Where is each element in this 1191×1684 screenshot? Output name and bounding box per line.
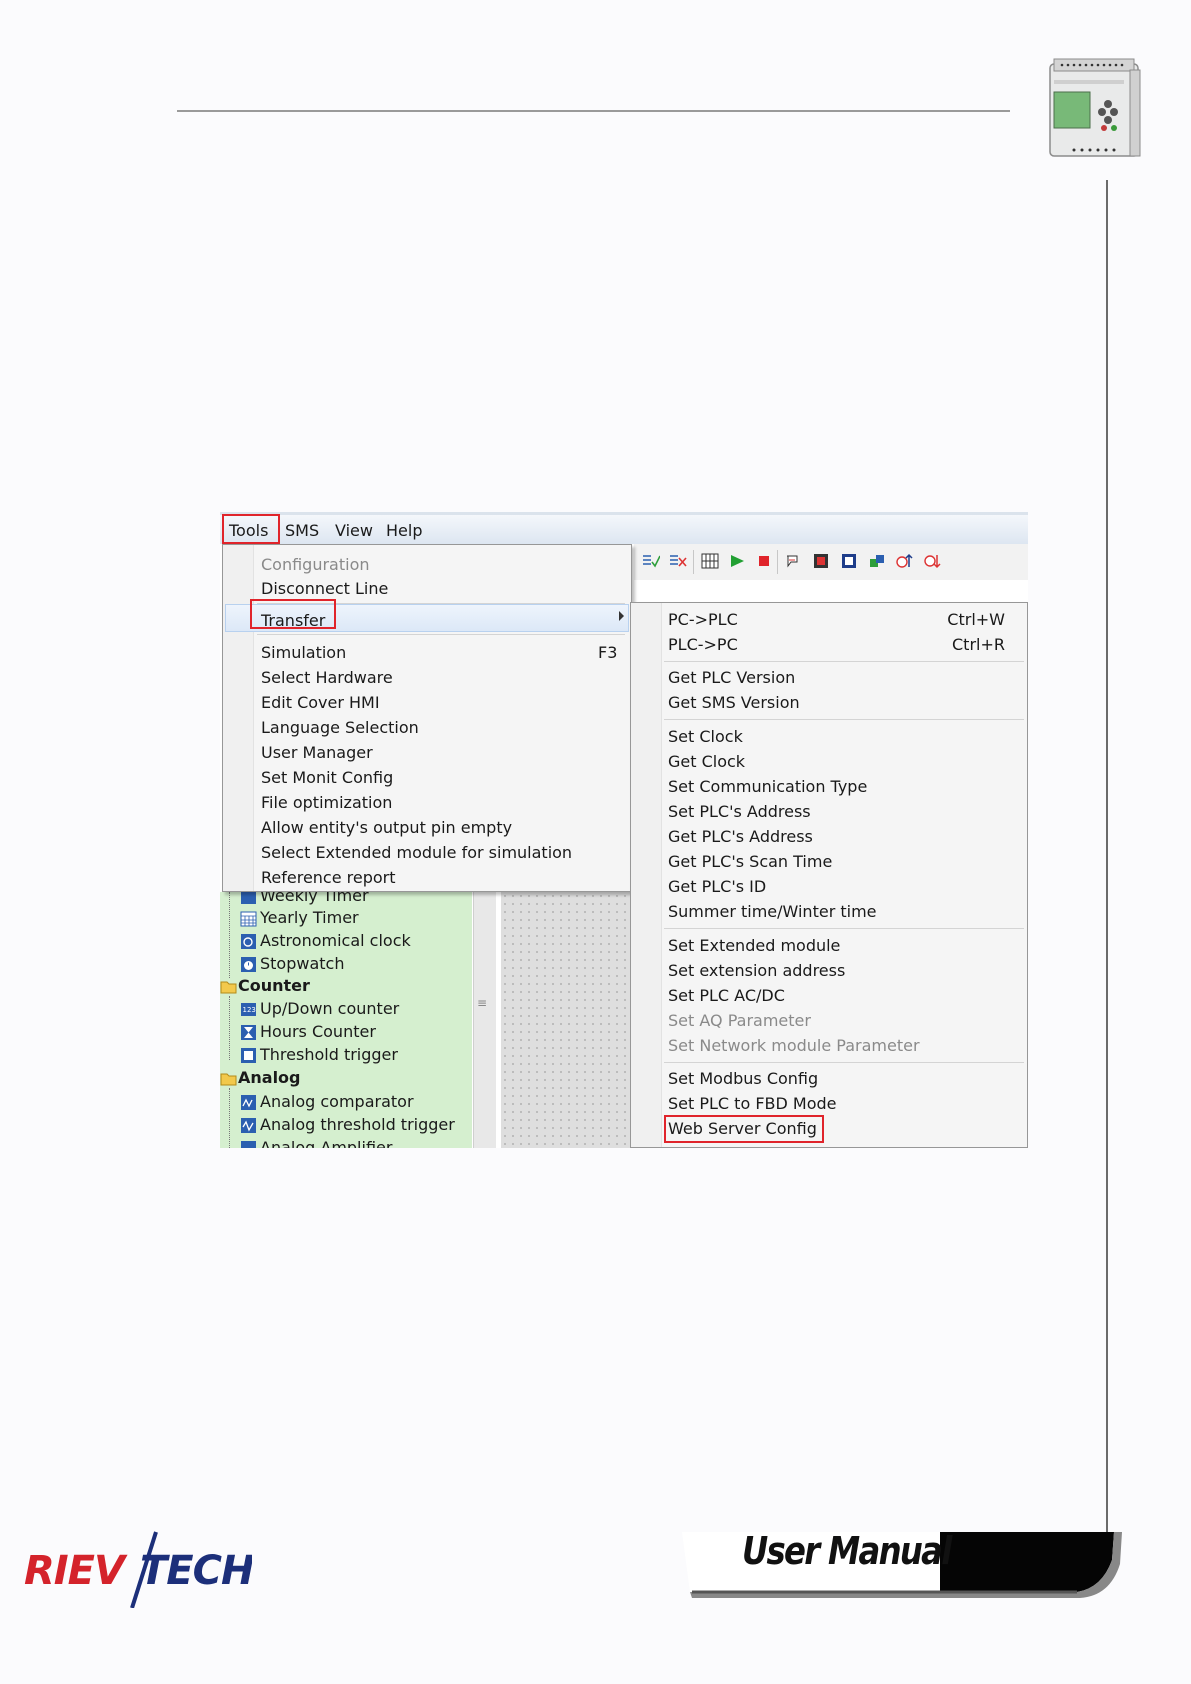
stop-icon[interactable] bbox=[755, 553, 773, 569]
clock-down-icon[interactable] bbox=[923, 553, 941, 569]
menu-bar: Tools SMS View Help bbox=[220, 512, 1028, 544]
user-manual-title: User Manual bbox=[742, 1529, 952, 1573]
monitor-icon[interactable] bbox=[784, 553, 802, 569]
analog-threshold-icon bbox=[241, 1118, 256, 1133]
menu-separator bbox=[664, 928, 1024, 929]
submenu-item-set-extension-address[interactable]: Set extension address bbox=[668, 961, 845, 980]
margin-rule bbox=[1106, 180, 1108, 1535]
menu-item-edit-cover-hmi[interactable]: Edit Cover HMI bbox=[261, 693, 380, 712]
submenu-item-set-plc-ac-dc[interactable]: Set PLC AC/DC bbox=[668, 986, 785, 1005]
menu-item-set-monit-config[interactable]: Set Monit Config bbox=[261, 768, 393, 787]
menu-item-select-hardware[interactable]: Select Hardware bbox=[261, 668, 393, 687]
submenu-gutter bbox=[631, 603, 662, 1147]
submenu-item-pc-to-plc[interactable]: PC->PLC bbox=[668, 610, 738, 629]
clock-up-icon[interactable] bbox=[895, 553, 913, 569]
grid-icon[interactable] bbox=[701, 553, 719, 569]
svg-text:TECH: TECH bbox=[140, 1548, 252, 1594]
stopwatch-icon bbox=[241, 957, 256, 972]
menu-item-language-selection[interactable]: Language Selection bbox=[261, 718, 419, 737]
tree-scrollbar[interactable] bbox=[473, 892, 496, 1148]
submenu-item-get-plc-scan-time[interactable]: Get PLC's Scan Time bbox=[668, 852, 832, 871]
submenu-item-set-extended-module[interactable]: Set Extended module bbox=[668, 936, 840, 955]
function-block-tree: Weekly Timer Yearly Timer Astronomical c… bbox=[220, 886, 472, 1148]
submenu-item-set-clock[interactable]: Set Clock bbox=[668, 727, 743, 746]
check-list-icon[interactable] bbox=[642, 553, 660, 569]
folder-icon bbox=[220, 981, 237, 994]
submenu-item-set-aq-parameter[interactable]: Set AQ Parameter bbox=[668, 1011, 811, 1030]
network-icon[interactable] bbox=[868, 553, 886, 569]
menu-gutter bbox=[223, 545, 254, 891]
transfer-submenu: PC->PLC Ctrl+W PLC->PC Ctrl+R Get PLC Ve… bbox=[630, 602, 1028, 1148]
menu-item-configuration[interactable]: Configuration bbox=[261, 555, 370, 574]
analog-comparator-icon bbox=[241, 1095, 256, 1110]
tools-highlight-box bbox=[222, 514, 280, 544]
submenu-item-summer-winter-time[interactable]: Summer time/Winter time bbox=[668, 902, 877, 921]
rievtech-logo: RIEV TECH bbox=[24, 1531, 252, 1608]
menu-separator bbox=[664, 661, 1024, 662]
folder-icon bbox=[220, 1073, 237, 1086]
scroll-grip[interactable]: ≡ bbox=[477, 996, 487, 1010]
submenu-arrow-icon bbox=[619, 611, 624, 621]
menu-item-reference-report[interactable]: Reference report bbox=[261, 868, 396, 887]
clear-list-icon[interactable] bbox=[669, 553, 687, 569]
menu-item-file-optimization[interactable]: File optimization bbox=[261, 793, 392, 812]
submenu-item-set-communication-type[interactable]: Set Communication Type bbox=[668, 777, 867, 796]
submenu-item-set-plc-address[interactable]: Set PLC's Address bbox=[668, 802, 811, 821]
menu-separator bbox=[664, 719, 1024, 720]
menu-item-allow-output-pin-empty[interactable]: Allow entity's output pin empty bbox=[261, 818, 512, 837]
web-server-config-highlight-box bbox=[664, 1115, 824, 1143]
svg-text:RIEV: RIEV bbox=[24, 1548, 128, 1594]
shortcut-plc-to-pc: Ctrl+R bbox=[952, 635, 1005, 654]
menu-separator bbox=[664, 1062, 1024, 1063]
tools-menu: Configuration Disconnect Line Transfer S… bbox=[222, 544, 632, 892]
toolbar bbox=[634, 544, 1028, 581]
menu-item-user-manager[interactable]: User Manager bbox=[261, 743, 373, 762]
editor-grid[interactable] bbox=[501, 892, 638, 1148]
submenu-item-get-plc-version[interactable]: Get PLC Version bbox=[668, 668, 795, 687]
shortcut-pc-to-plc: Ctrl+W bbox=[947, 610, 1005, 629]
shortcut-simulation: F3 bbox=[598, 643, 618, 662]
menu-separator bbox=[257, 634, 625, 635]
submenu-item-get-clock[interactable]: Get Clock bbox=[668, 752, 745, 771]
film-icon[interactable] bbox=[812, 553, 830, 569]
menu-item-simulation[interactable]: Simulation bbox=[261, 643, 346, 662]
menu-item-disconnect-line[interactable]: Disconnect Line bbox=[261, 579, 388, 598]
submenu-item-set-modbus-config[interactable]: Set Modbus Config bbox=[668, 1069, 818, 1088]
transfer-highlight-box bbox=[250, 599, 336, 629]
menu-sms[interactable]: SMS bbox=[285, 521, 319, 540]
submenu-item-set-network-module-parameter[interactable]: Set Network module Parameter bbox=[668, 1036, 920, 1055]
astronomical-clock-icon bbox=[241, 934, 256, 949]
threshold-icon bbox=[241, 1048, 256, 1063]
panel-icon[interactable] bbox=[840, 553, 858, 569]
counter-icon: 123 bbox=[241, 1003, 256, 1016]
submenu-item-set-plc-to-fbd-mode[interactable]: Set PLC to FBD Mode bbox=[668, 1094, 837, 1113]
submenu-item-plc-to-pc[interactable]: PLC->PC bbox=[668, 635, 738, 654]
hourglass-icon bbox=[241, 1025, 256, 1040]
analog-amplifier-icon bbox=[241, 1141, 256, 1148]
run-icon[interactable] bbox=[728, 553, 746, 569]
submenu-item-get-sms-version[interactable]: Get SMS Version bbox=[668, 693, 800, 712]
menu-item-select-extended-module[interactable]: Select Extended module for simulation bbox=[261, 843, 572, 862]
submenu-item-get-plc-address[interactable]: Get PLC's Address bbox=[668, 827, 813, 846]
plc-device-image bbox=[1049, 58, 1141, 157]
software-screenshot: Tools SMS View Help ≡ Weekly Timer Yearl… bbox=[220, 512, 1028, 1148]
header-rule bbox=[177, 110, 1010, 112]
menu-help[interactable]: Help bbox=[386, 521, 422, 540]
submenu-item-get-plc-id[interactable]: Get PLC's ID bbox=[668, 877, 766, 896]
menu-view[interactable]: View bbox=[335, 521, 373, 540]
calendar-icon bbox=[240, 911, 257, 927]
svg-text:123: 123 bbox=[243, 1006, 256, 1014]
